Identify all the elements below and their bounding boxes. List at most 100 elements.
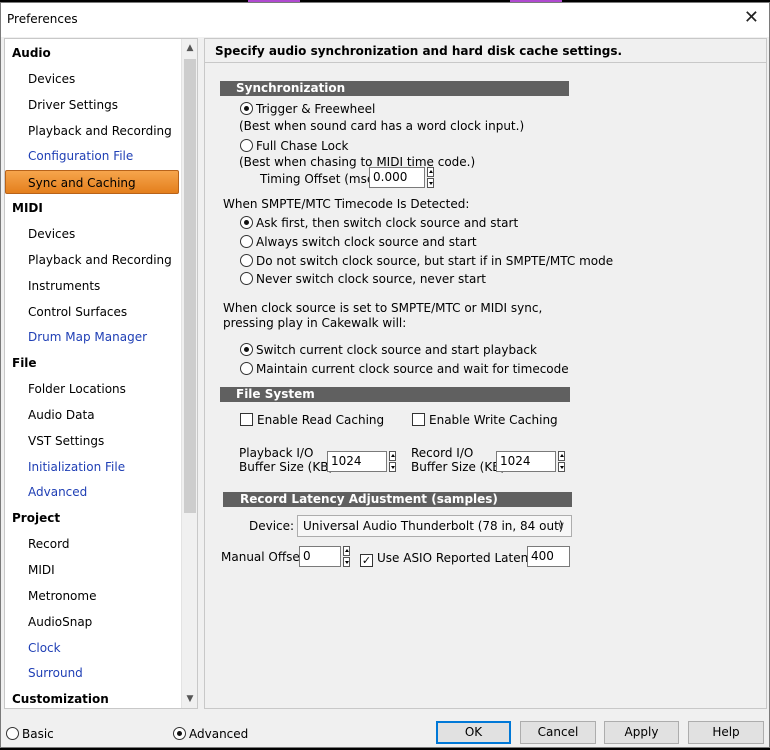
sidebar-item-playback-and-recording[interactable]: Playback and Recording bbox=[5, 119, 182, 143]
settings-panel: Specify audio synchronization and hard d… bbox=[204, 38, 767, 709]
title-bar: Preferences ✕ bbox=[1, 3, 769, 37]
sidebar-item-sync-and-caching[interactable]: Sync and Caching bbox=[5, 170, 179, 194]
radio-unselected-icon bbox=[240, 362, 253, 375]
ok-button[interactable]: OK bbox=[436, 721, 511, 744]
sidebar-category-file[interactable]: File bbox=[5, 351, 182, 375]
playback-buffer-stepper[interactable] bbox=[389, 451, 396, 472]
manual-offset-label: Manual Offset: bbox=[221, 550, 309, 564]
clock-option-label: Maintain current clock source and wait f… bbox=[256, 362, 569, 376]
clock-option-switch[interactable]: Switch current clock source and start pl… bbox=[240, 342, 537, 358]
spin-up-icon[interactable] bbox=[343, 546, 350, 556]
spin-down-icon[interactable] bbox=[389, 462, 396, 472]
sidebar-item-audio-data[interactable]: Audio Data bbox=[5, 403, 182, 427]
sidebar-item-vst-settings[interactable]: VST Settings bbox=[5, 429, 182, 453]
write-caching-label: Enable Write Caching bbox=[429, 413, 558, 427]
device-dropdown[interactable]: Universal Audio Thunderbolt (78 in, 84 o… bbox=[297, 515, 572, 537]
file-system-section-title: File System bbox=[220, 387, 570, 402]
radio-unselected-icon bbox=[6, 727, 19, 740]
checkbox-unchecked-icon bbox=[240, 413, 253, 426]
full-chase-lock-radio[interactable]: Full Chase Lock bbox=[240, 138, 348, 154]
spin-up-icon[interactable] bbox=[427, 167, 434, 177]
scroll-up-icon[interactable]: ▲ bbox=[182, 39, 197, 57]
enable-read-caching-checkbox[interactable]: Enable Read Caching bbox=[240, 412, 384, 428]
spin-up-icon[interactable] bbox=[558, 451, 565, 461]
smpte-option-do-not-switch[interactable]: Do not switch clock source, but start if… bbox=[240, 253, 613, 269]
manual-offset-stepper[interactable] bbox=[343, 546, 350, 567]
timing-offset-field[interactable]: 0.000 bbox=[369, 167, 425, 188]
scroll-down-icon[interactable]: ▼ bbox=[182, 690, 197, 708]
spin-down-icon[interactable] bbox=[343, 557, 350, 567]
clock-option-label: Switch current clock source and start pl… bbox=[256, 343, 537, 357]
clock-option-maintain[interactable]: Maintain current clock source and wait f… bbox=[240, 361, 569, 377]
sidebar-item-drum-map-manager[interactable]: Drum Map Manager bbox=[5, 325, 182, 349]
read-caching-label: Enable Read Caching bbox=[257, 413, 385, 427]
record-buffer-label-line2: Buffer Size (KB): bbox=[411, 460, 510, 474]
basic-mode-radio[interactable]: Basic bbox=[6, 726, 54, 742]
use-asio-latency-label: Use ASIO Reported Latency: bbox=[377, 551, 546, 565]
sidebar-item-control-surfaces[interactable]: Control Surfaces bbox=[5, 300, 182, 324]
smpte-option-label: Never switch clock source, never start bbox=[256, 272, 486, 286]
device-dropdown-value: Universal Audio Thunderbolt (78 in, 84 o… bbox=[303, 519, 564, 533]
sidebar-item-instruments[interactable]: Instruments bbox=[5, 274, 182, 298]
sidebar-category-customization[interactable]: Customization bbox=[5, 687, 182, 708]
sidebar-item-devices[interactable]: Devices bbox=[5, 222, 182, 246]
chevron-down-icon: ∨ bbox=[556, 519, 565, 532]
sidebar-item-metronome[interactable]: Metronome bbox=[5, 584, 182, 608]
sidebar-item-midi[interactable]: MIDI bbox=[5, 558, 182, 582]
smpte-option-label: Do not switch clock source, but start if… bbox=[256, 254, 614, 268]
playback-buffer-label-line2: Buffer Size (KB): bbox=[239, 460, 338, 474]
advanced-mode-radio[interactable]: Advanced bbox=[173, 726, 248, 742]
sidebar-scrollbar[interactable]: ▲ ▼ bbox=[181, 39, 197, 708]
enable-write-caching-checkbox[interactable]: Enable Write Caching bbox=[412, 412, 558, 428]
trigger-freewheel-radio[interactable]: Trigger & Freewheel bbox=[240, 101, 375, 117]
sidebar-item-initialization-file[interactable]: Initialization File bbox=[5, 455, 182, 479]
radio-unselected-icon bbox=[240, 235, 253, 248]
smpte-option-always-switch[interactable]: Always switch clock source and start bbox=[240, 234, 477, 250]
sidebar-item-audiosnap[interactable]: AudioSnap bbox=[5, 610, 182, 634]
window-title: Preferences bbox=[7, 12, 78, 26]
sidebar-item-clock[interactable]: Clock bbox=[5, 636, 182, 660]
sidebar-category-midi[interactable]: MIDI bbox=[5, 196, 182, 220]
radio-selected-icon bbox=[173, 727, 186, 740]
sidebar-item-surround[interactable]: Surround bbox=[5, 661, 182, 685]
smpte-option-ask-first[interactable]: Ask first, then switch clock source and … bbox=[240, 215, 518, 231]
sidebar-category-project[interactable]: Project bbox=[5, 506, 182, 530]
latency-section-title: Record Latency Adjustment (samples) bbox=[223, 492, 572, 507]
sidebar-item-devices[interactable]: Devices bbox=[5, 67, 182, 91]
asio-latency-field[interactable]: 400 bbox=[527, 546, 570, 567]
radio-unselected-icon bbox=[240, 254, 253, 267]
clock-source-heading-line1: When clock source is set to SMPTE/MTC or… bbox=[223, 301, 543, 315]
checkbox-checked-icon: ✓ bbox=[360, 554, 373, 567]
sidebar-item-advanced[interactable]: Advanced bbox=[5, 480, 182, 504]
sidebar-item-driver-settings[interactable]: Driver Settings bbox=[5, 93, 182, 117]
radio-selected-icon bbox=[240, 102, 253, 115]
sidebar-category-audio[interactable]: Audio bbox=[5, 41, 182, 65]
radio-selected-icon bbox=[240, 216, 253, 229]
trigger-freewheel-label: Trigger & Freewheel bbox=[256, 102, 376, 116]
spin-down-icon[interactable] bbox=[427, 178, 434, 188]
help-button[interactable]: Help bbox=[688, 721, 764, 744]
smpte-option-never-switch[interactable]: Never switch clock source, never start bbox=[240, 271, 486, 287]
smpte-heading: When SMPTE/MTC Timecode Is Detected: bbox=[223, 197, 470, 211]
record-buffer-field[interactable]: 1024 bbox=[496, 451, 556, 472]
spin-up-icon[interactable] bbox=[389, 451, 396, 461]
use-asio-latency-checkbox[interactable]: ✓ Use ASIO Reported Latency: bbox=[360, 550, 546, 567]
smpte-option-label: Always switch clock source and start bbox=[256, 235, 477, 249]
timing-offset-stepper[interactable] bbox=[427, 167, 434, 188]
sidebar-item-folder-locations[interactable]: Folder Locations bbox=[5, 377, 182, 401]
scrollbar-thumb[interactable] bbox=[184, 59, 196, 513]
radio-unselected-icon bbox=[240, 139, 253, 152]
playback-buffer-field[interactable]: 1024 bbox=[327, 451, 387, 472]
manual-offset-field[interactable]: 0 bbox=[299, 546, 341, 567]
sidebar-item-configuration-file[interactable]: Configuration File bbox=[5, 144, 182, 168]
sidebar-item-record[interactable]: Record bbox=[5, 532, 182, 556]
record-buffer-stepper[interactable] bbox=[558, 451, 565, 472]
close-icon[interactable]: ✕ bbox=[744, 9, 759, 27]
preferences-dialog: Preferences ✕ Audio Devices Driver Setting… bbox=[0, 2, 770, 748]
apply-button[interactable]: Apply bbox=[604, 721, 679, 744]
playback-buffer-label-line1: Playback I/O bbox=[239, 446, 314, 460]
advanced-mode-label: Advanced bbox=[189, 727, 249, 741]
cancel-button[interactable]: Cancel bbox=[520, 721, 596, 744]
sidebar-item-playback-and-recording[interactable]: Playback and Recording bbox=[5, 248, 182, 272]
spin-down-icon[interactable] bbox=[558, 462, 565, 472]
